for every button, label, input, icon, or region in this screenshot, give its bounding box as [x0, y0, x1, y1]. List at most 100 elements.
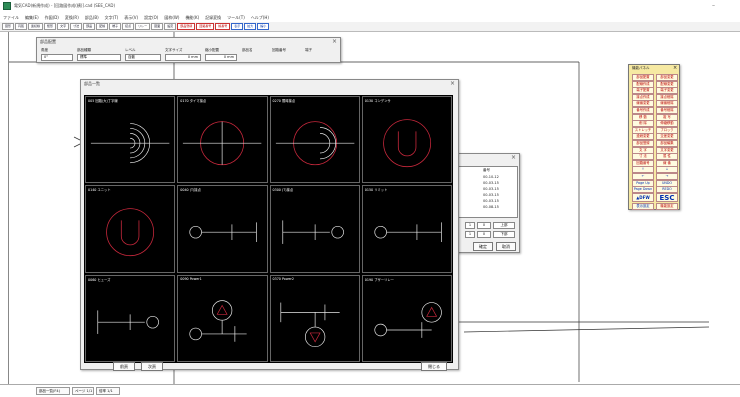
toolbar-button[interactable]: 設定 — [164, 23, 177, 30]
toolbar-button[interactable]: 配線 — [96, 23, 109, 30]
toolbar-button[interactable]: 文字 — [57, 23, 70, 30]
part-symbol — [183, 121, 262, 166]
part-label: 0130 コンデンサ — [364, 99, 391, 103]
toolbar-button[interactable]: 回路番号 — [196, 23, 215, 30]
part-type-select[interactable]: 標準 — [77, 54, 121, 61]
status-mode: 部品一覧(F4) — [36, 387, 70, 395]
settings-dialog-title: 部品配置 — [40, 39, 56, 44]
part-label: 0300 (T)接点 — [272, 188, 294, 193]
dfw-logo[interactable]: ▲DFW — [632, 193, 654, 202]
list-cancel-button[interactable]: 取消 — [496, 242, 516, 251]
toolbar-button[interactable]: リレー — [135, 23, 151, 30]
radio-a-4[interactable]: 0 — [477, 231, 491, 238]
part-cell[interactable]: 0190 ブザーリレー — [361, 274, 452, 362]
part-cell[interactable]: 0140 ユニット — [85, 185, 176, 273]
toolbar-button[interactable]: 接点 — [122, 23, 135, 30]
minimize-button[interactable]: – — [712, 2, 715, 9]
part-label: 0090 Power1 — [180, 276, 202, 281]
part-label: 0370 Power2 — [272, 276, 295, 281]
toolbar-button[interactable]: 矩形 — [44, 23, 57, 30]
part-symbol — [189, 299, 247, 342]
toolbar-button[interactable]: 部品 — [83, 23, 96, 30]
toolbar-button[interactable]: 図形 — [2, 23, 15, 30]
label-part-name: 部品名 — [242, 48, 253, 52]
label-terminal: 端子 — [305, 48, 312, 52]
list-row[interactable]: 00-10-12 — [483, 175, 499, 179]
label-reduce: 縮小配置 — [205, 48, 219, 52]
toolbar-button[interactable]: 図面 — [151, 23, 164, 30]
list-row[interactable]: 00-03-15 — [483, 193, 499, 197]
toolbar-button[interactable]: 端子 — [109, 23, 122, 30]
part-cell[interactable]: 0300 (T)接点 — [269, 185, 360, 273]
menu-item[interactable]: ツール(T) — [227, 15, 245, 21]
menu-item[interactable]: 表示(V) — [124, 15, 138, 21]
toolbar-button[interactable]: 部品登録 — [177, 23, 196, 30]
label-text-size: 文字サイズ — [165, 48, 183, 52]
function-palette: 機能パネル × 部品配置 部品変更 配線作成 配線変更 端子配置 端子変更 接点作成 接点削除… — [628, 64, 680, 210]
toolbar-button[interactable]: 寸法 — [70, 23, 83, 30]
title-bar: 電気CAD(新規作成) - [回路図作成(横)].cad (SEE_CAD) – — [0, 0, 740, 13]
part-cell[interactable]: 0060 ヒューズ — [85, 274, 176, 362]
menu-item[interactable]: 設定(O) — [144, 15, 158, 21]
close-parts-button[interactable]: 閉じる — [421, 362, 447, 371]
list-row[interactable]: 00-03-15 — [483, 181, 499, 185]
toolbar-button[interactable]: 縮小 — [257, 23, 270, 30]
menu-item[interactable]: 図枠(W) — [164, 15, 179, 21]
menu-item[interactable]: 部品(B) — [85, 15, 99, 21]
part-symbol — [189, 222, 258, 243]
toolbar-button[interactable]: 表示 — [231, 23, 244, 30]
menu-item[interactable]: 編集(E) — [25, 15, 39, 21]
part-symbol — [97, 310, 159, 334]
menu-item[interactable]: 記録変換 — [205, 15, 221, 21]
esc-button[interactable]: ESC — [656, 193, 678, 202]
radio-a-1[interactable]: 1 — [465, 222, 475, 229]
list-row[interactable]: 00-03-15 — [483, 187, 499, 191]
text-size-field[interactable]: 0 mm — [165, 54, 201, 61]
list-box[interactable]: 番号 00-10-12 00-03-15 00-03-15 00-03-15 0… — [456, 166, 518, 218]
list-row[interactable]: 00-08-15 — [483, 205, 499, 209]
settings-dialog: 部品配置 × 角度 部品種類 レベル 文字サイズ 縮小配置 部品名 回路番号 端… — [36, 37, 341, 63]
reduce-field[interactable]: 0 mm — [205, 54, 237, 61]
menu-item[interactable]: 作図(D) — [45, 15, 59, 21]
part-cell[interactable]: 0040 (T)接点 — [177, 185, 268, 273]
part-label: 0140 ユニット — [88, 188, 111, 193]
menu-item[interactable]: 文字(T) — [105, 15, 119, 21]
part-label: 0190 ブザーリレー — [364, 277, 394, 282]
part-symbol — [275, 121, 354, 166]
prev-page-button[interactable]: 前頁 — [113, 362, 135, 371]
status-bar: 部品一覧(F4) ページ 1/1 倍率 1/1 — [0, 384, 740, 397]
function-settings-button[interactable]: 機能設定 — [656, 203, 678, 210]
radio-a-3[interactable]: 1 — [465, 231, 475, 238]
part-label: 0040 (T)接点 — [180, 188, 201, 193]
part-cell[interactable]: 0370 Power2 — [269, 274, 360, 362]
part-symbol — [281, 220, 344, 245]
list-confirm-button[interactable]: 確定 — [473, 242, 493, 251]
next-page-button[interactable]: 次頁 — [141, 362, 163, 371]
radio-a-2[interactable]: 0 — [477, 222, 491, 229]
radio-b-1[interactable]: 上部 — [493, 222, 515, 229]
part-symbol — [374, 301, 442, 338]
toolbar-button[interactable]: 連続線 — [28, 23, 44, 30]
level-select[interactable]: 自動 — [125, 54, 161, 61]
part-cell[interactable]: 0150 リミット — [361, 185, 452, 273]
list-row[interactable]: 00-03-15 — [483, 199, 499, 203]
angle-field[interactable]: 0° — [41, 54, 73, 61]
part-cell[interactable]: 005 回路(大)丁字線 — [85, 96, 176, 184]
part-cell[interactable]: 0270 限時接点 — [269, 96, 360, 184]
list-close-icon[interactable]: × — [511, 154, 516, 161]
toolbar-button[interactable]: 拡大 — [244, 23, 257, 30]
radio-b-2[interactable]: 下部 — [493, 231, 515, 238]
window-title: 電気CAD(新規作成) - [回路図作成(横)].cad (SEE_CAD) — [14, 3, 116, 8]
display-settings-button[interactable]: 表示設定 — [632, 203, 654, 210]
menu-item[interactable]: ヘルプ(H) — [251, 15, 269, 21]
menu-item[interactable]: 変換(R) — [65, 15, 79, 21]
menu-item[interactable]: 機能(K) — [185, 15, 199, 21]
parts-close-icon[interactable]: × — [450, 80, 455, 87]
toolbar-button[interactable]: 線番号 — [215, 23, 231, 30]
part-cell[interactable]: 0170 タイマ接点 — [177, 96, 268, 184]
part-cell[interactable]: 0090 Power1 — [177, 274, 268, 362]
settings-close-icon[interactable]: × — [332, 38, 337, 45]
toolbar-button[interactable]: 円弧 — [15, 23, 28, 30]
part-cell[interactable]: 0130 コンデンサ — [361, 96, 452, 184]
menu-item[interactable]: ファイル — [3, 15, 19, 21]
